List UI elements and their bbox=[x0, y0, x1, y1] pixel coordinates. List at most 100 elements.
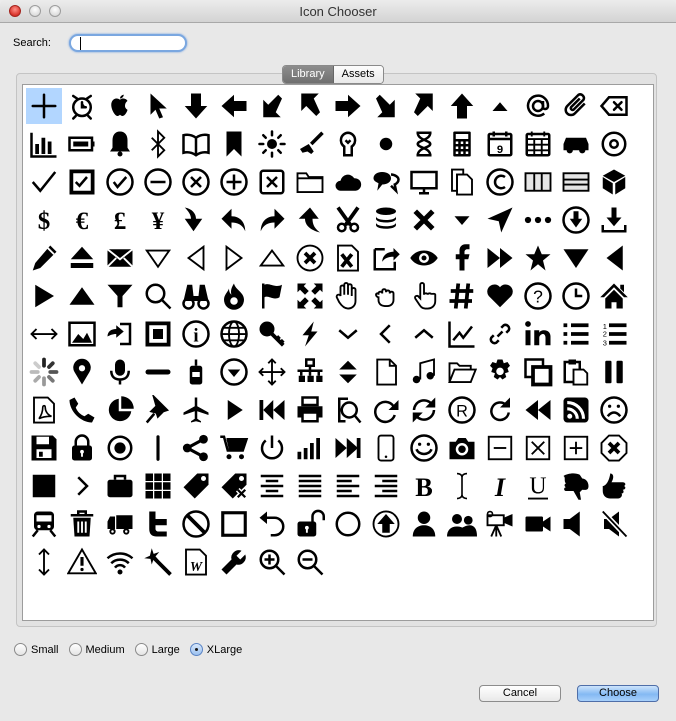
icon-cell-minus-square[interactable] bbox=[481, 429, 519, 467]
icon-cell-chevron-up[interactable] bbox=[405, 315, 443, 353]
icon-cell-stop-square[interactable] bbox=[139, 315, 177, 353]
icon-cell-sun[interactable] bbox=[253, 125, 291, 163]
icon-cell-plus[interactable] bbox=[25, 87, 63, 125]
icon-cell-fullscreen[interactable] bbox=[291, 277, 329, 315]
icon-cell-paperclip[interactable] bbox=[557, 87, 595, 125]
icon-cell-square-outline[interactable] bbox=[215, 505, 253, 543]
icon-cell-dot[interactable] bbox=[367, 125, 405, 163]
icon-cell-x-mark[interactable] bbox=[405, 201, 443, 239]
size-radio-small[interactable]: Small bbox=[14, 643, 59, 656]
icon-cell-rewind[interactable] bbox=[519, 391, 557, 429]
icon-cell-cube[interactable] bbox=[595, 163, 633, 201]
icon-cell-bell[interactable] bbox=[101, 125, 139, 163]
size-radio-xlarge[interactable]: XLarge bbox=[189, 643, 242, 656]
icon-cell-triangle-left[interactable] bbox=[595, 239, 633, 277]
icon-cell-thumbs-up[interactable] bbox=[595, 467, 633, 505]
icon-cell-pencil[interactable] bbox=[25, 239, 63, 277]
icon-cell-map-pin[interactable] bbox=[63, 353, 101, 391]
icon-cell-pushpin[interactable] bbox=[139, 391, 177, 429]
icon-cell-rows[interactable] bbox=[557, 163, 595, 201]
radio-indicator[interactable] bbox=[68, 643, 82, 656]
icon-cell-rss[interactable] bbox=[557, 391, 595, 429]
icon-cell-bluetooth[interactable] bbox=[139, 125, 177, 163]
icon-cell-login[interactable] bbox=[101, 315, 139, 353]
icon-cell-hand-pointer[interactable] bbox=[405, 277, 443, 315]
icon-cell-monitor[interactable] bbox=[405, 163, 443, 201]
icon-cell-triangle-up-outline[interactable] bbox=[253, 239, 291, 277]
icon-cell-checkmark[interactable] bbox=[25, 163, 63, 201]
icon-cell-brush[interactable] bbox=[291, 125, 329, 163]
icon-cell-signal[interactable] bbox=[291, 429, 329, 467]
icon-cell-play-small[interactable] bbox=[215, 391, 253, 429]
icon-cell-triangle-down[interactable] bbox=[557, 239, 595, 277]
icon-cell-book[interactable] bbox=[177, 125, 215, 163]
icon-cell-windows[interactable] bbox=[519, 353, 557, 391]
icon-cell-italic[interactable]: I bbox=[481, 467, 519, 505]
icon-cell-star[interactable] bbox=[519, 239, 557, 277]
icon-cell-vertical-bar[interactable] bbox=[139, 429, 177, 467]
icon-cell-smartphone[interactable] bbox=[367, 429, 405, 467]
icon-cell-calendar[interactable]: 9 bbox=[481, 125, 519, 163]
icon-cell-triangle-right-outline[interactable] bbox=[215, 239, 253, 277]
icon-cell-skip-forward[interactable] bbox=[329, 429, 367, 467]
icon-library-panel[interactable]: 9 $ € £ ¥? i 1 2 3 R B I U W bbox=[22, 84, 654, 621]
radio-indicator[interactable] bbox=[14, 643, 27, 656]
icon-cell-cloud[interactable] bbox=[329, 163, 367, 201]
icon-cell-chevron-right[interactable] bbox=[63, 467, 101, 505]
icon-cell-linkedin[interactable] bbox=[519, 315, 557, 353]
icon-cell-pause[interactable] bbox=[595, 353, 633, 391]
icon-cell-battery[interactable] bbox=[63, 125, 101, 163]
icon-cell-spinner[interactable] bbox=[25, 353, 63, 391]
icon-cell-redo[interactable] bbox=[367, 391, 405, 429]
icon-cell-move[interactable] bbox=[253, 353, 291, 391]
icon-cell-word-file[interactable]: W bbox=[177, 543, 215, 581]
icon-cell-calendar-grid[interactable] bbox=[519, 125, 557, 163]
icon-cell-triangle-left-outline[interactable] bbox=[177, 239, 215, 277]
icon-cell-ban[interactable] bbox=[177, 505, 215, 543]
icon-cell-copy[interactable] bbox=[443, 163, 481, 201]
icon-cell-download-circle[interactable] bbox=[557, 201, 595, 239]
icon-cell-align-justify[interactable] bbox=[291, 467, 329, 505]
icon-cell-x-circle-outline[interactable] bbox=[291, 239, 329, 277]
icon-cell-bold[interactable]: B bbox=[405, 467, 443, 505]
icon-cell-thumbs-down[interactable] bbox=[557, 467, 595, 505]
icon-cell-align-left[interactable] bbox=[329, 467, 367, 505]
icon-cell-radio-button[interactable] bbox=[101, 429, 139, 467]
icon-cell-lock[interactable] bbox=[63, 429, 101, 467]
icon-cell-bar-chart[interactable] bbox=[25, 125, 63, 163]
size-radio-medium[interactable]: Medium bbox=[68, 643, 125, 656]
icon-cell-line-chart[interactable] bbox=[443, 315, 481, 353]
icon-cell-plus-circle[interactable] bbox=[215, 163, 253, 201]
icon-cell-folder-open[interactable] bbox=[443, 353, 481, 391]
icon-cell-eject[interactable] bbox=[63, 239, 101, 277]
icon-cell-video-camera[interactable] bbox=[481, 505, 519, 543]
icon-cell-check-circle[interactable] bbox=[101, 163, 139, 201]
icon-cell-x-circle[interactable] bbox=[177, 163, 215, 201]
icon-cell-refresh[interactable] bbox=[405, 391, 443, 429]
icon-cell-sad-face[interactable] bbox=[595, 391, 633, 429]
icon-cell-arrow-down-right[interactable] bbox=[367, 87, 405, 125]
icon-cell-arrow-down-left[interactable] bbox=[253, 87, 291, 125]
icon-cell-ellipsis[interactable] bbox=[519, 201, 557, 239]
icon-cell-file[interactable] bbox=[367, 353, 405, 391]
icon-cell-rotate[interactable] bbox=[481, 391, 519, 429]
icon-cell-eye[interactable] bbox=[405, 239, 443, 277]
icon-cell-align-right[interactable] bbox=[367, 467, 405, 505]
icon-cell-binoculars[interactable] bbox=[177, 277, 215, 315]
icon-cell-video[interactable] bbox=[519, 505, 557, 543]
icon-cell-disc[interactable] bbox=[595, 125, 633, 163]
icon-cell-globe[interactable] bbox=[215, 315, 253, 353]
icon-cell-caret-up[interactable] bbox=[481, 87, 519, 125]
size-radio-large[interactable]: Large bbox=[134, 643, 180, 656]
icon-cell-heart[interactable] bbox=[481, 277, 519, 315]
icon-cell-wrench[interactable] bbox=[215, 543, 253, 581]
icon-cell-arrows-horizontal[interactable] bbox=[25, 315, 63, 353]
icon-cell-apple[interactable] bbox=[101, 87, 139, 125]
icon-cell-database[interactable] bbox=[367, 201, 405, 239]
tab-library[interactable]: Library bbox=[283, 66, 334, 83]
icon-cell-checkbox-checked[interactable] bbox=[63, 163, 101, 201]
icon-cell-mobile[interactable] bbox=[177, 353, 215, 391]
icon-cell-airplane[interactable] bbox=[177, 391, 215, 429]
icon-cell-arrow-up-right[interactable] bbox=[405, 87, 443, 125]
icon-cell-chevron-left[interactable] bbox=[367, 315, 405, 353]
